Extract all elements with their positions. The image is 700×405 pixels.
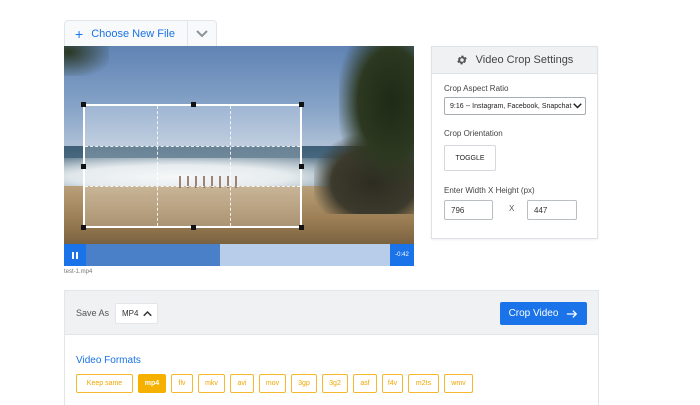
crop-handle-bottom-right[interactable] — [299, 225, 304, 230]
format-chip-asf[interactable]: asf — [353, 374, 377, 393]
choose-new-file-label: Choose New File — [91, 27, 175, 40]
settings-title: Video Crop Settings — [475, 54, 574, 66]
video-formats-title: Video Formats — [76, 355, 141, 366]
format-chip-f4v[interactable]: f4v — [382, 374, 403, 393]
crop-settings-panel: Video Crop Settings Crop Aspect Ratio 9:… — [431, 46, 598, 239]
size-separator: X — [509, 204, 515, 213]
file-button-group: + Choose New File — [64, 20, 217, 46]
format-chip-m2ts[interactable]: m2ts — [408, 374, 439, 393]
crop-selection-box[interactable] — [81, 102, 304, 230]
format-chip-avi[interactable]: avi — [230, 374, 254, 393]
format-chip-list: Keep same mp4 flv mkv avi mov 3gp 3g2 asf f4v m2ts… — [76, 374, 478, 393]
format-chip-mov[interactable]: mov — [259, 374, 286, 393]
crop-grid-line — [157, 106, 158, 226]
video-frame-palm-tree — [339, 46, 414, 186]
chevron-up-icon — [143, 310, 152, 317]
video-controls: -0:42 — [64, 244, 414, 266]
crop-handle-left[interactable] — [81, 164, 86, 169]
format-chip-keep-same[interactable]: Keep same — [76, 374, 133, 393]
export-panel: Save As MP4 Crop Video Video Formats Kee… — [64, 290, 599, 405]
video-frame-foliage — [64, 46, 109, 76]
format-chip-flv[interactable]: flv — [171, 374, 193, 393]
output-format-select[interactable]: MP4 — [115, 303, 158, 324]
crop-video-label: Crop Video — [508, 308, 559, 319]
crop-handle-top-right[interactable] — [299, 102, 304, 107]
gear-icon — [456, 55, 467, 65]
chevron-down-icon — [573, 103, 582, 109]
aspect-ratio-value: 9:16 -- Instagram, Facebook, Snapchat — [450, 102, 572, 110]
output-format-value: MP4 — [122, 309, 139, 318]
choose-new-file-button[interactable]: + Choose New File — [65, 21, 188, 46]
crop-handle-right[interactable] — [299, 164, 304, 169]
save-as-label: Save As — [76, 308, 110, 318]
chevron-down-icon — [196, 29, 208, 37]
height-input[interactable]: 447 — [527, 200, 577, 220]
width-input[interactable]: 796 — [444, 200, 493, 220]
aspect-ratio-select[interactable]: 9:16 -- Instagram, Facebook, Snapchat — [444, 97, 586, 115]
size-label: Enter Width X Height (px) — [444, 186, 535, 195]
aspect-ratio-label: Crop Aspect Ratio — [444, 84, 509, 93]
format-chip-mkv[interactable]: mkv — [198, 374, 225, 393]
plus-icon: + — [75, 25, 84, 42]
orientation-label: Crop Orientation — [444, 129, 503, 138]
settings-header: Video Crop Settings — [432, 47, 597, 74]
toggle-orientation-button[interactable]: TOGGLE — [444, 145, 496, 171]
pause-icon — [71, 251, 79, 259]
crop-handle-bottom[interactable] — [191, 225, 196, 230]
format-chip-3g2[interactable]: 3g2 — [322, 374, 348, 393]
format-chip-3gp[interactable]: 3gp — [291, 374, 317, 393]
format-chip-mp4[interactable]: mp4 — [138, 374, 166, 393]
pause-button[interactable] — [64, 244, 86, 266]
file-dropdown-button[interactable] — [188, 21, 216, 46]
crop-video-button[interactable]: Crop Video — [500, 302, 587, 325]
export-header: Save As MP4 Crop Video — [65, 291, 598, 335]
crop-grid-line — [85, 146, 300, 147]
time-remaining: -0:42 — [390, 244, 414, 266]
progress-played — [86, 244, 220, 266]
arrow-right-icon — [567, 309, 578, 318]
file-name: test-1.mp4 — [64, 269, 93, 275]
crop-grid-line — [85, 186, 300, 187]
crop-handle-top[interactable] — [191, 102, 196, 107]
crop-handle-top-left[interactable] — [81, 102, 86, 107]
crop-handle-bottom-left[interactable] — [81, 225, 86, 230]
format-chip-wmv[interactable]: wmv — [444, 374, 473, 393]
crop-grid-line — [230, 106, 231, 226]
